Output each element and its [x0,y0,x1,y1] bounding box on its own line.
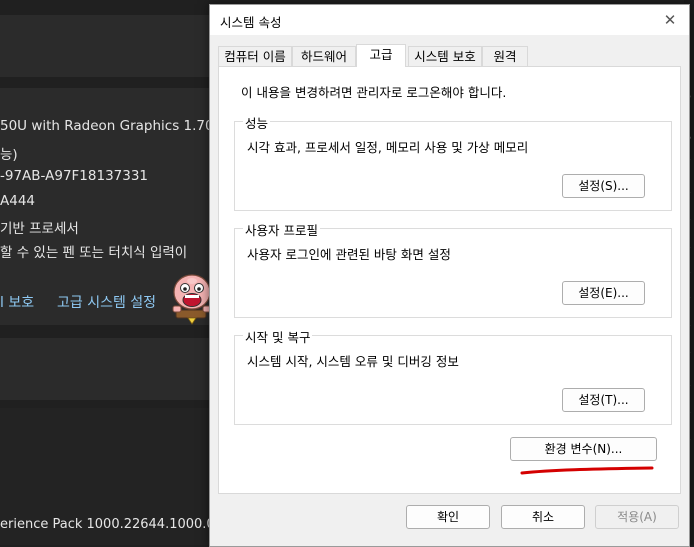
device-id-text: -97AB-A97F18137331 [0,168,149,184]
performance-settings-button[interactable]: 설정(S)... [562,174,645,198]
admin-notice: 이 내용을 변경하려면 관리자로 로그온해야 합니다. [241,85,507,100]
apply-button[interactable]: 적용(A) [595,505,679,529]
processor-text: 50U with Radeon Graphics 1.70 [0,118,214,134]
tab-remote[interactable]: 원격 [482,46,528,66]
bg-section [0,15,215,77]
environment-variables-button[interactable]: 환경 변수(N)... [510,437,657,461]
system-type-text: 기반 프로세서 [0,221,79,237]
advanced-tab-panel: 이 내용을 변경하려면 관리자로 로그온해야 합니다. 성능 시각 효과, 프로… [218,66,681,494]
startup-recovery-desc: 시스템 시작, 시스템 오류 및 디버깅 정보 [247,354,459,369]
performance-title: 성능 [243,113,271,132]
product-id-text: A444 [0,193,36,209]
close-icon[interactable]: ✕ [659,9,681,31]
dialog-title: 시스템 속성 [220,15,282,30]
pen-touch-text: 할 수 있는 펜 또는 터치식 입력이 [0,245,188,261]
ok-button[interactable]: 확인 [406,505,490,529]
user-profiles-group: 사용자 프로필 사용자 로그인에 관련된 바탕 화면 설정 설정(E)... [234,220,672,318]
startup-recovery-settings-button[interactable]: 설정(T)... [562,388,645,412]
advanced-system-settings-link[interactable]: 고급 시스템 설정 [57,292,156,312]
title-bar[interactable]: 시스템 속성 ✕ [210,5,689,35]
tab-advanced[interactable]: 고급 [356,44,406,67]
user-profiles-desc: 사용자 로그인에 관련된 바탕 화면 설정 [247,247,451,262]
system-properties-dialog: 시스템 속성 ✕ 컴퓨터 이름 하드웨어 고급 시스템 보호 원격 이 내용을 … [209,4,690,547]
cancel-button[interactable]: 취소 [501,505,585,529]
user-profiles-settings-button[interactable]: 설정(E)... [562,281,645,305]
bg-section [0,338,215,400]
startup-recovery-title: 시작 및 복구 [243,327,313,346]
red-underline-annotation [520,466,654,475]
performance-desc: 시각 효과, 프로세서 일정, 메모리 사용 및 가상 메모리 [247,140,529,155]
experience-pack-text: erience Pack 1000.22644.1000.0 [0,517,215,532]
tab-computer-name[interactable]: 컴퓨터 이름 [218,46,292,66]
tab-hardware[interactable]: 하드웨어 [292,46,356,66]
ram-text: 능) [0,147,18,163]
system-protection-link[interactable]: l 보호 [0,292,34,312]
performance-group: 성능 시각 효과, 프로세서 일정, 메모리 사용 및 가상 메모리 설정(S)… [234,113,672,211]
startup-recovery-group: 시작 및 복구 시스템 시작, 시스템 오류 및 디버깅 정보 설정(T)... [234,327,672,425]
user-profiles-title: 사용자 프로필 [243,220,320,239]
tab-system-protection[interactable]: 시스템 보호 [408,46,482,66]
